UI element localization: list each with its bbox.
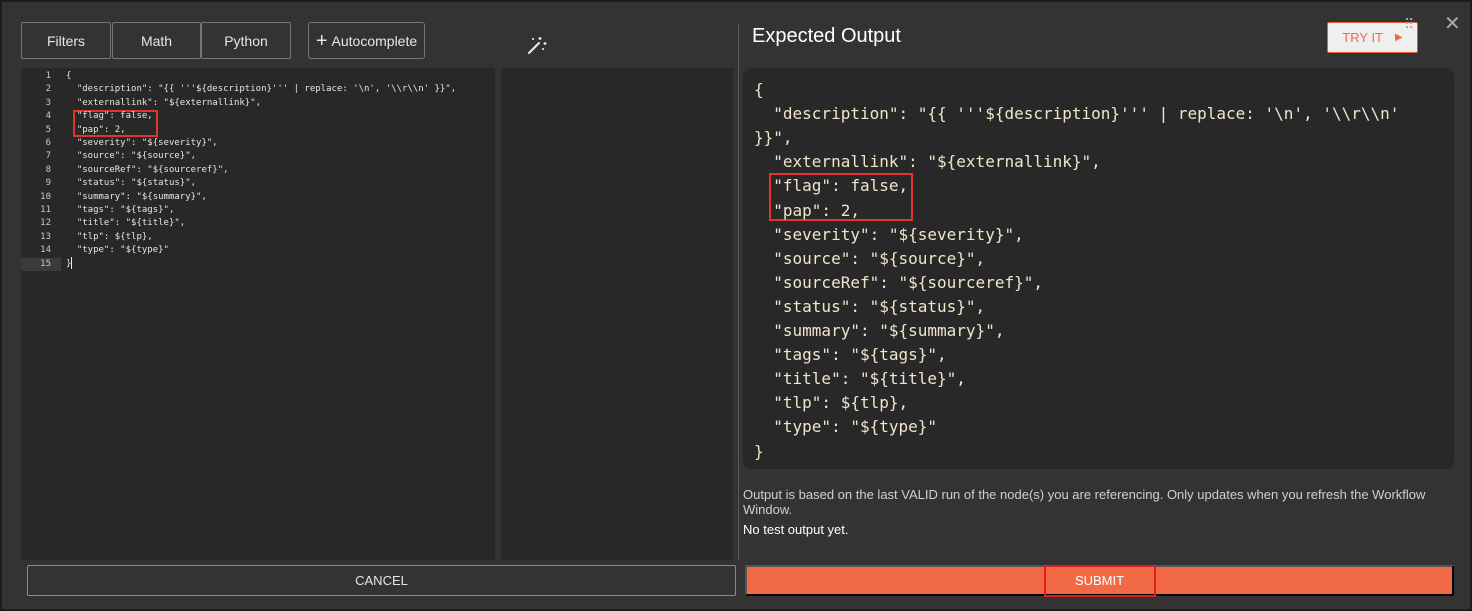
code-line[interactable]: 15} xyxy=(21,257,495,271)
code-line[interactable]: 1{ xyxy=(21,70,495,83)
line-number: 10 xyxy=(40,191,51,202)
output-line: "status": "${status}", xyxy=(754,296,986,316)
output-line: } xyxy=(754,441,764,461)
code-text: "pap": 2, xyxy=(66,124,126,135)
line-number: 8 xyxy=(45,164,51,175)
line-number: 5 xyxy=(45,124,51,135)
code-editor[interactable]: 1{2 "description": "{{ '''${description}… xyxy=(21,68,495,560)
code-line[interactable]: 10 "summary": "${summary}", xyxy=(21,191,495,204)
code-line[interactable]: 12 "title": "${title}", xyxy=(21,217,495,230)
output-line: "pap": 2, xyxy=(754,200,860,220)
code-line[interactable]: 3 "externallink": "${externallink}", xyxy=(21,97,495,110)
code-line[interactable]: 14 "type": "${type}" xyxy=(21,244,495,257)
output-line: "title": "${title}", xyxy=(754,369,966,389)
output-line: "flag": false, xyxy=(754,176,909,196)
code-text: "tags": "${tags}", xyxy=(66,205,175,215)
play-icon: ▶ xyxy=(1395,32,1403,43)
line-number: 1 xyxy=(45,71,51,81)
code-text: "type": "${type}" xyxy=(66,245,169,256)
line-number: 15 xyxy=(21,257,61,271)
submit-button[interactable]: SUBMIT xyxy=(745,564,1454,597)
close-icon[interactable]: ✕ xyxy=(1444,14,1461,34)
line-number: 2 xyxy=(45,84,51,95)
code-text: "sourceRef": "${sourceref}", xyxy=(66,164,229,175)
code-line[interactable]: 4 "flag": false, xyxy=(21,110,495,123)
line-number: 9 xyxy=(45,178,51,189)
code-text: "source": "${source}", xyxy=(66,151,197,162)
output-note: Output is based on the last VALID run of… xyxy=(743,487,1426,517)
line-number: 13 xyxy=(40,231,51,242)
output-line: "summary": "${summary}", xyxy=(754,321,1005,340)
code-text: "summary": "${summary}", xyxy=(66,191,207,202)
line-number: 11 xyxy=(40,205,51,215)
math-button[interactable]: Math xyxy=(112,22,201,59)
try-it-label: TRY IT xyxy=(1342,30,1383,45)
output-line: }}", xyxy=(754,128,793,148)
code-line[interactable]: 13 "tlp": ${tlp}, xyxy=(21,231,495,244)
expected-output-title: Expected Output xyxy=(752,25,901,47)
output-line: "tags": "${tags}", xyxy=(754,345,947,365)
code-text: "flag": false, xyxy=(66,111,153,122)
plus-icon: + xyxy=(315,29,328,52)
code-line[interactable]: 11 "tags": "${tags}", xyxy=(21,204,495,217)
code-line[interactable]: 8 "sourceRef": "${sourceref}", xyxy=(21,164,495,177)
cancel-button[interactable]: CANCEL xyxy=(27,565,736,596)
code-text: "status": "${status}", xyxy=(66,178,197,189)
code-line[interactable]: 9 "status": "${status}", xyxy=(21,177,495,190)
python-button[interactable]: Python xyxy=(201,22,291,59)
drag-handle-icon[interactable]: ⠿ xyxy=(1404,17,1414,31)
code-text: "externallink": "${externallink}", xyxy=(66,97,262,108)
expected-output-box: { "description": "{{ '''${description}''… xyxy=(743,68,1454,469)
code-line[interactable]: 7 "source": "${source}", xyxy=(21,150,495,163)
autocomplete-label: Autocomplete xyxy=(331,32,418,49)
output-line: "severity": "${severity}", xyxy=(754,224,1024,244)
code-text: } xyxy=(66,258,72,269)
output-line: "type": "${type}" xyxy=(754,417,938,437)
output-line: "source": "${source}", xyxy=(754,248,986,268)
code-editor-dialog: Filters Math Python + Autocomplete 1{2 "… xyxy=(1,1,1471,610)
code-text: "tlp": ${tlp}, xyxy=(66,231,153,242)
line-number: 12 xyxy=(40,218,51,229)
code-text: "title": "${title}", xyxy=(66,218,186,229)
side-panel xyxy=(501,68,733,560)
output-line: "tlp": ${tlp}, xyxy=(754,393,909,413)
submit-label: SUBMIT xyxy=(1043,564,1156,597)
code-line[interactable]: 2 "description": "{{ '''${description}''… xyxy=(21,83,495,96)
line-number: 14 xyxy=(40,245,51,256)
code-text: "severity": "${severity}", xyxy=(66,138,218,148)
code-text: { xyxy=(66,71,72,81)
code-line[interactable]: 6 "severity": "${severity}", xyxy=(21,137,495,150)
no-test-output-text: No test output yet. xyxy=(743,522,849,537)
line-number: 3 xyxy=(45,97,51,108)
filters-button[interactable]: Filters xyxy=(21,22,111,59)
code-line[interactable]: 5 "pap": 2, xyxy=(21,124,495,137)
autocomplete-button[interactable]: + Autocomplete xyxy=(308,22,425,59)
line-number: 4 xyxy=(45,111,51,122)
output-line: "description": "{{ '''${description}''' … xyxy=(754,104,1400,124)
output-line: "sourceRef": "${sourceref}", xyxy=(754,272,1043,292)
output-line: { xyxy=(754,80,764,99)
magic-wand-icon[interactable] xyxy=(526,34,548,56)
line-number: 6 xyxy=(45,138,51,148)
panel-divider[interactable] xyxy=(738,24,739,561)
line-number: 7 xyxy=(45,151,51,162)
code-text: "description": "{{ '''${description}''' … xyxy=(66,84,457,95)
output-line: "externallink": "${externallink}", xyxy=(754,152,1101,172)
